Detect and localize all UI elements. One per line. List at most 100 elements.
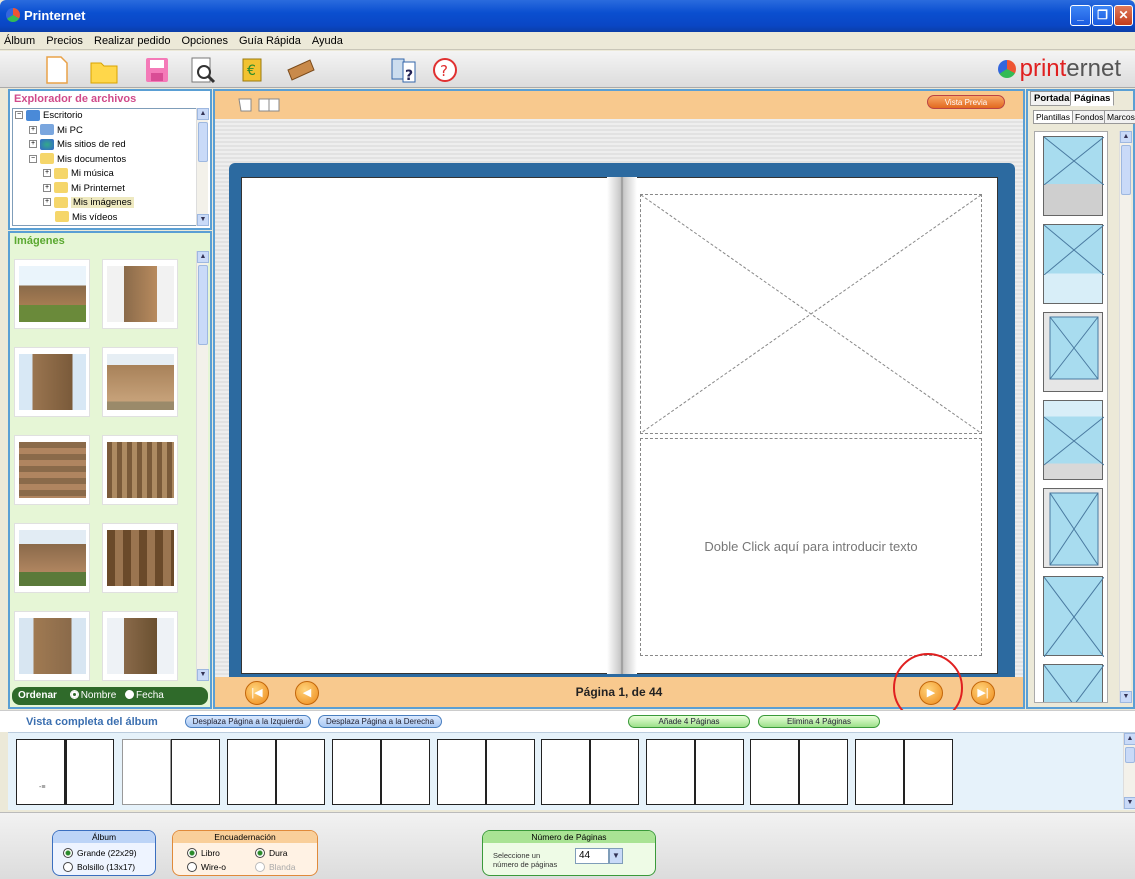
scroll-down-icon[interactable]: ▼ xyxy=(197,669,209,681)
binding-book-option[interactable]: Libro xyxy=(187,848,220,858)
new-document-icon[interactable] xyxy=(44,56,70,84)
shift-page-right-button[interactable]: Desplaza Página a la Derecha xyxy=(318,715,442,728)
cover-soft-option[interactable]: Blanda xyxy=(255,862,295,872)
size-large-option[interactable]: Grande (22x29) xyxy=(63,848,137,858)
album-page-thumb[interactable] xyxy=(381,739,430,805)
order-icon[interactable] xyxy=(286,56,316,84)
page-count-select[interactable]: 44 xyxy=(575,848,609,864)
scroll-thumb[interactable] xyxy=(198,265,208,345)
tab-paginas[interactable]: Páginas xyxy=(1070,91,1115,106)
templates-scrollbar[interactable]: ▲ ▼ xyxy=(1119,131,1132,703)
image-thumbnail[interactable] xyxy=(14,347,90,417)
template-item[interactable] xyxy=(1043,312,1103,392)
left-page[interactable] xyxy=(241,177,623,674)
maximize-button[interactable]: ❐ xyxy=(1092,5,1113,26)
template-item[interactable] xyxy=(1043,664,1104,702)
chevron-down-icon[interactable]: ▼ xyxy=(609,848,623,864)
scroll-down-icon[interactable]: ▼ xyxy=(197,214,209,226)
right-page[interactable]: Doble Click aquí para introducir texto xyxy=(621,177,998,674)
tree-item[interactable]: Mis vídeos xyxy=(13,211,197,226)
tab-portada[interactable]: Portada xyxy=(1030,91,1074,106)
image-thumbnail[interactable] xyxy=(14,523,90,593)
menu-precios[interactable]: Precios xyxy=(42,32,87,47)
scroll-up-icon[interactable]: ▲ xyxy=(197,108,209,120)
album-page-thumb[interactable] xyxy=(486,739,535,805)
menu-ayuda[interactable]: Ayuda xyxy=(308,32,347,47)
image-thumbnail[interactable] xyxy=(102,435,178,505)
close-button[interactable]: ✕ xyxy=(1114,5,1133,26)
subtab-marcos[interactable]: Marcos xyxy=(1104,110,1135,124)
album-page-thumb[interactable] xyxy=(171,739,220,805)
image-thumbnail[interactable] xyxy=(102,523,178,593)
radio-icon[interactable] xyxy=(255,862,265,872)
scroll-up-icon[interactable]: ▲ xyxy=(1124,733,1135,745)
minimize-button[interactable]: _ xyxy=(1070,5,1091,26)
tree-item[interactable]: + Mi Printernet xyxy=(13,182,197,197)
expand-icon[interactable]: + xyxy=(43,169,51,178)
expand-icon[interactable]: + xyxy=(43,198,51,207)
menu-realizar-pedido[interactable]: Realizar pedido xyxy=(90,32,174,47)
album-page-thumb[interactable] xyxy=(799,739,848,805)
preview-button[interactable]: Vista Previa xyxy=(927,95,1005,109)
album-page-thumb[interactable] xyxy=(332,739,381,805)
album-page-thumb[interactable] xyxy=(65,739,114,805)
help-icon[interactable]: ? xyxy=(432,56,458,84)
template-item[interactable] xyxy=(1043,136,1104,216)
album-page-thumb[interactable] xyxy=(750,739,799,805)
album-page-thumb[interactable] xyxy=(276,739,325,805)
album-page-thumb[interactable] xyxy=(904,739,953,805)
subtab-plantillas[interactable]: Plantillas xyxy=(1033,110,1074,124)
radio-selected-icon[interactable] xyxy=(255,848,265,858)
scroll-up-icon[interactable]: ▲ xyxy=(1120,131,1132,143)
images-scrollbar[interactable]: ▲ ▼ xyxy=(196,251,209,681)
scroll-down-icon[interactable]: ▼ xyxy=(1120,691,1132,703)
collapse-icon[interactable]: − xyxy=(29,154,37,163)
image-thumbnail[interactable] xyxy=(102,611,178,681)
explorer-scrollbar[interactable]: ▲ ▼ xyxy=(196,108,209,226)
text-placeholder[interactable]: Doble Click aquí para introducir texto xyxy=(640,438,982,656)
folder-tree[interactable]: − Escritorio + Mi PC + Mis sitios de red − M… xyxy=(12,108,198,226)
cover-hard-option[interactable]: Dura xyxy=(255,848,287,858)
album-page-thumb[interactable] xyxy=(695,739,744,805)
tree-item[interactable]: − Mis documentos xyxy=(13,153,197,168)
expand-icon[interactable]: + xyxy=(43,183,51,192)
binding-wireo-option[interactable]: Wire-o xyxy=(187,862,226,872)
image-thumbnail[interactable] xyxy=(14,611,90,681)
price-icon[interactable]: € xyxy=(240,56,266,84)
image-thumbnail[interactable] xyxy=(102,259,178,329)
print-preview-icon[interactable] xyxy=(190,56,216,84)
menu-album[interactable]: Álbum xyxy=(0,32,39,47)
quick-guide-icon[interactable]: ? xyxy=(390,56,420,84)
remove-pages-button[interactable]: Elimina 4 Páginas xyxy=(758,715,880,728)
page-view-icon[interactable] xyxy=(237,95,283,115)
size-pocket-option[interactable]: Bolsillo (13x17) xyxy=(63,862,135,872)
image-thumbnail[interactable] xyxy=(14,259,90,329)
album-page-thumb[interactable] xyxy=(437,739,486,805)
album-page-thumb[interactable] xyxy=(646,739,695,805)
tree-item-selected[interactable]: + Mis imágenes xyxy=(13,196,197,211)
template-item[interactable] xyxy=(1043,224,1104,304)
radio-selected-icon[interactable] xyxy=(187,848,197,858)
expand-icon[interactable]: + xyxy=(29,125,37,134)
add-pages-button[interactable]: Añade 4 Páginas xyxy=(628,715,750,728)
radio-icon[interactable] xyxy=(187,862,197,872)
photo-placeholder[interactable] xyxy=(640,194,982,434)
radio-selected-icon[interactable] xyxy=(63,848,73,858)
tree-item[interactable]: + Mis sitios de red xyxy=(13,138,197,153)
sort-name-label[interactable]: Nombre xyxy=(81,690,117,701)
album-page-thumb[interactable] xyxy=(590,739,639,805)
sort-date-radio[interactable] xyxy=(125,690,135,699)
last-page-icon[interactable]: ▶| xyxy=(971,681,995,705)
tree-item[interactable]: − Escritorio xyxy=(13,109,197,124)
sort-date-label[interactable]: Fecha xyxy=(136,690,164,701)
tree-item[interactable]: + Mi PC xyxy=(13,124,197,139)
open-folder-icon[interactable] xyxy=(90,56,118,84)
tree-item[interactable]: + Mi música xyxy=(13,167,197,182)
save-icon[interactable] xyxy=(144,56,170,84)
scroll-down-icon[interactable]: ▼ xyxy=(1124,797,1135,809)
scroll-thumb[interactable] xyxy=(1121,145,1131,195)
scroll-thumb[interactable] xyxy=(198,122,208,162)
album-page-thumb[interactable] xyxy=(122,739,171,805)
template-item[interactable] xyxy=(1043,488,1103,568)
menu-opciones[interactable]: Opciones xyxy=(178,32,232,47)
